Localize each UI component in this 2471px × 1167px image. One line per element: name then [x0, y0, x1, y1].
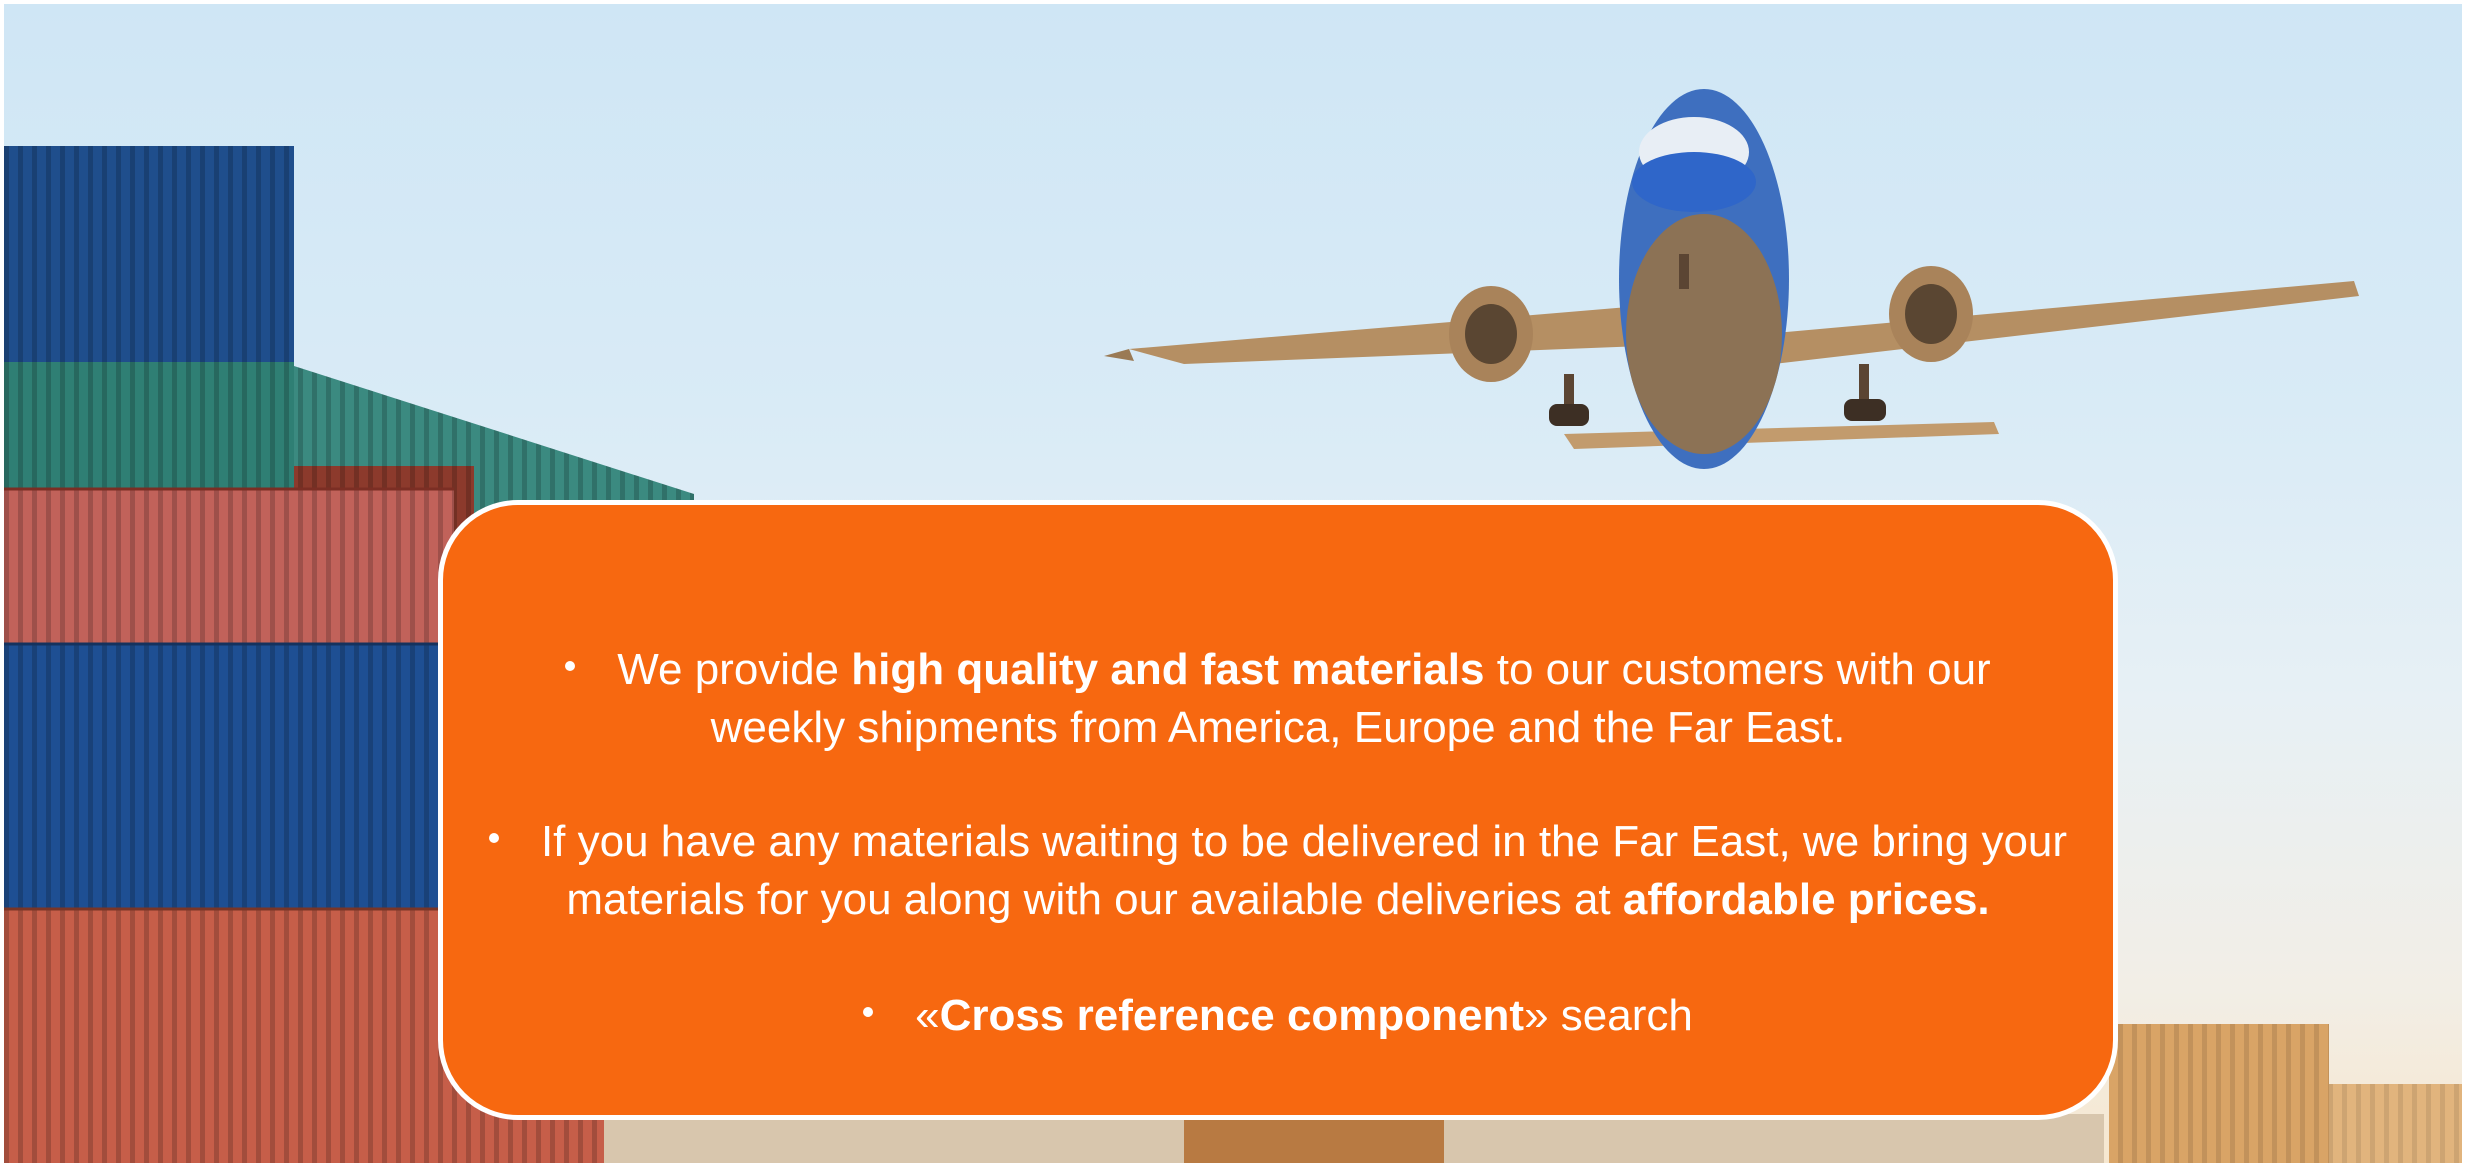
bullet-dot-icon [488, 833, 499, 844]
info-card: We provide high quality and fast materia… [438, 500, 2118, 1120]
bullet-1-line2: weekly shipments from America, Europe an… [710, 703, 1846, 752]
bullet-1-prefix: We provide [617, 645, 852, 694]
bullet-3-bold: Cross reference component [939, 991, 1525, 1040]
bullet-quality: We provide high quality and fast materia… [443, 641, 2113, 757]
bullet-2-line1: If you have any materials waiting to be … [540, 817, 2068, 866]
bullet-dot-icon [565, 661, 576, 672]
bullet-dot-icon [863, 1007, 874, 1018]
bullet-3-open-quote: « [915, 991, 940, 1040]
bullet-2-line2-prefix: materials for you along with our availab… [566, 875, 1623, 924]
bullet-1-bold: high quality and fast materials [851, 645, 1485, 694]
bullet-2-bold: affordable prices. [1622, 875, 1990, 924]
bullet-1-suffix: to our customers with our [1484, 645, 1991, 694]
airplane-icon [1104, 89, 2359, 469]
bullet-cross-reference: «Cross reference component» search [443, 987, 2113, 1045]
bullet-3-suffix: » search [1524, 991, 1693, 1040]
bullet-far-east: If you have any materials waiting to be … [443, 813, 2113, 929]
